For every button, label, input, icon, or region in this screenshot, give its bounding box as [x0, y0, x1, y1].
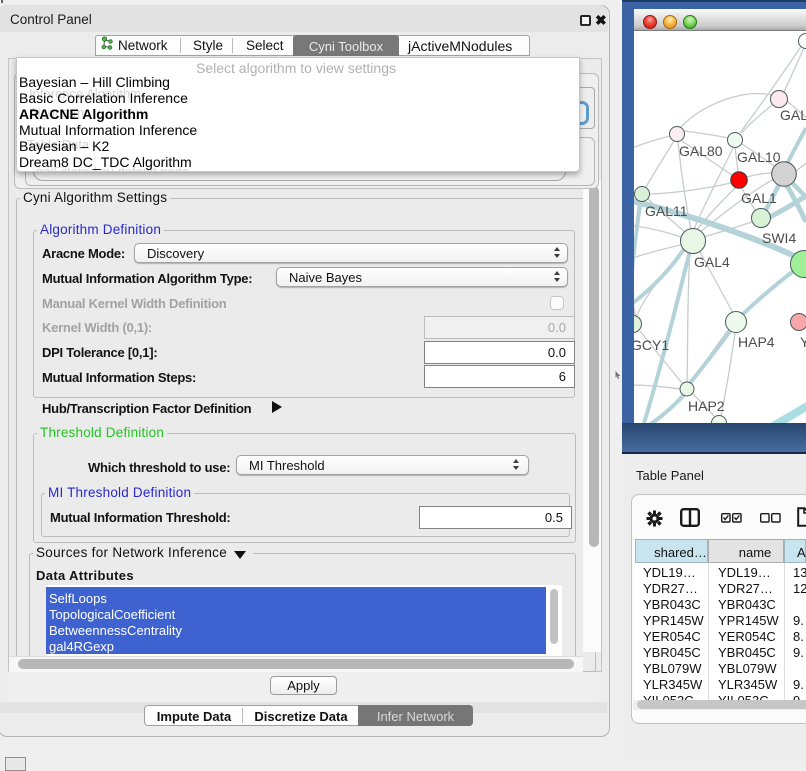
svg-text:GAL11: GAL11 — [645, 203, 688, 219]
svg-text:GAL: GAL — [780, 107, 806, 123]
svg-text:Y: Y — [800, 334, 806, 350]
svg-text:GAL4: GAL4 — [694, 254, 730, 270]
svg-text:HAP4: HAP4 — [738, 334, 775, 350]
svg-text:GCY1: GCY1 — [634, 337, 669, 353]
svg-text:SWI4: SWI4 — [762, 230, 796, 246]
svg-text:GAL80: GAL80 — [679, 143, 723, 159]
svg-text:GAL1: GAL1 — [741, 190, 777, 206]
svg-text:HAP2: HAP2 — [688, 398, 725, 414]
svg-text:GAL10: GAL10 — [737, 149, 781, 165]
